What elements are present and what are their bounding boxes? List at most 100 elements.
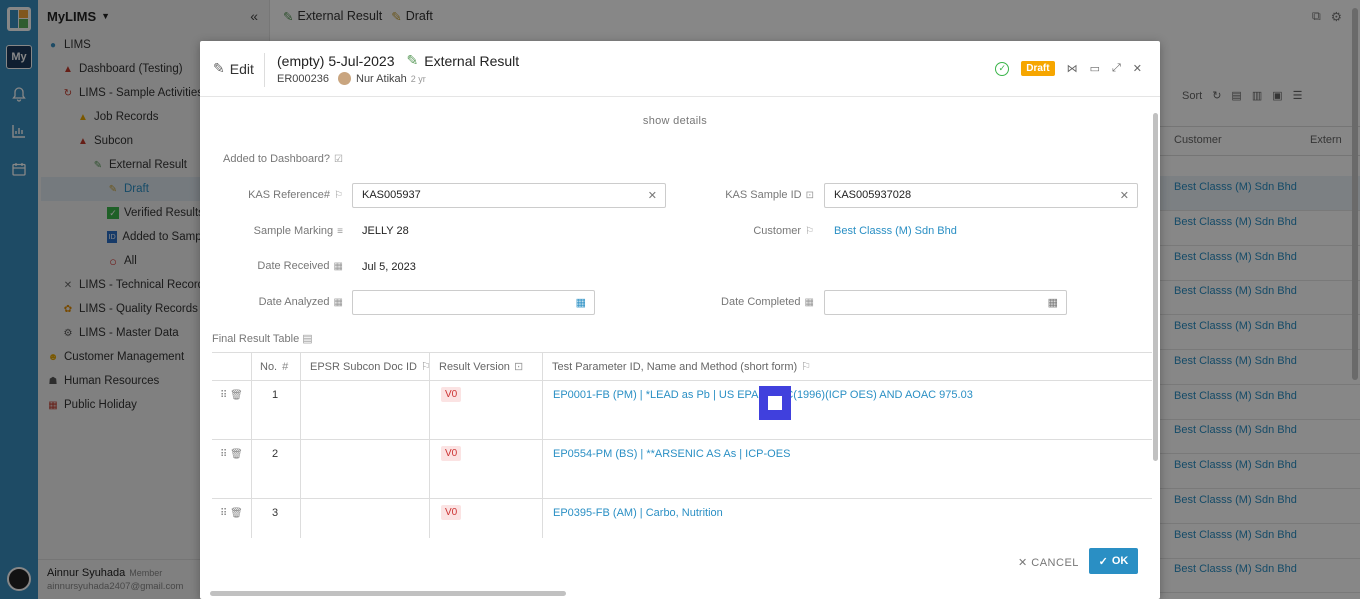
author-avatar <box>338 72 351 85</box>
calendar-icon: ▦ <box>804 296 814 308</box>
button-label: OK <box>1111 555 1129 567</box>
date-analyzed-label: Date Analyzed ▦ <box>200 296 343 308</box>
date-received-label: Date Received ▦ <box>200 260 343 272</box>
kas-reference-input[interactable]: KAS005937 ✕ <box>352 183 666 208</box>
header-no[interactable]: No. # <box>260 353 288 380</box>
table-row[interactable]: ⠿ 🗑 3 V0 EP0395-FB (AM) | Carbo, Nutriti… <box>212 498 1152 538</box>
cancel-button[interactable]: ✕ CANCEL <box>1018 556 1079 569</box>
record-id: ER000236 <box>277 72 329 85</box>
field-label: Added to Dashboard? <box>223 153 331 165</box>
row-actions[interactable]: ⠿ 🗑 <box>220 449 243 460</box>
kas-sample-id-input[interactable]: KAS005937028 ✕ <box>824 183 1138 208</box>
parameter-link[interactable]: EP0554-PM (BS) | **ARSENIC AS As | ICP-O… <box>553 448 790 460</box>
header-label: Test Parameter ID, Name and Method (shor… <box>552 360 798 373</box>
calendar-icon[interactable]: ▦ <box>576 296 586 309</box>
puzzle-icon: ⚐ <box>334 189 343 201</box>
scroll-thumb[interactable] <box>1153 113 1158 461</box>
table-row[interactable]: ⠿ 🗑 2 V0 EP0554-PM (BS) | **ARSENIC AS A… <box>212 439 1152 498</box>
date-completed-input[interactable]: ▦ <box>824 290 1067 315</box>
drag-handle-icon[interactable]: ⠿ <box>220 508 227 519</box>
author-name: Nur Atikah <box>356 72 407 85</box>
trash-icon[interactable]: 🗑 <box>230 508 243 519</box>
sample-marking-value: JELLY 28 <box>362 225 409 237</box>
edit-icon: ✎ <box>213 60 225 76</box>
field-label: Date Analyzed <box>258 296 330 308</box>
ok-button[interactable]: ✓ OK <box>1089 548 1138 574</box>
calendar-icon: ▦ <box>333 260 343 272</box>
row-actions[interactable]: ⠿ 🗑 <box>220 508 243 519</box>
section-label: Final Result Table <box>212 333 300 345</box>
button-label: CANCEL <box>1031 557 1079 569</box>
clear-icon[interactable]: ✕ <box>648 189 657 202</box>
version-badge: V0 <box>441 387 462 402</box>
row-no: 1 <box>272 389 279 401</box>
header-label: Result Version <box>439 360 510 373</box>
field-label: Sample Marking <box>253 225 334 237</box>
customer-link[interactable]: Best Classs (M) Sdn Bhd <box>834 225 957 237</box>
puzzle-icon: ⚐ <box>805 225 814 237</box>
dialog-subtitle: ER000236 Nur Atikah 2 yr <box>277 72 426 85</box>
header-parameter[interactable]: Test Parameter ID, Name and Method (shor… <box>552 353 811 380</box>
input-value: KAS005937 <box>362 189 421 201</box>
drag-handle-icon[interactable]: ⠿ <box>220 390 227 401</box>
edit-dialog: ✎ Edit (empty) 5-Jul-2023 ✎ External Resu… <box>200 41 1160 599</box>
form-name: External Result <box>424 52 520 69</box>
status-check-icon[interactable]: ✓ <box>995 61 1010 76</box>
final-result-table-title: Final Result Table ▤ <box>212 332 313 345</box>
comment-icon[interactable]: ▭ <box>1090 62 1100 75</box>
pencil-icon: ✎ <box>406 52 419 68</box>
header-version[interactable]: Result Version ⊡ <box>439 353 523 380</box>
sample-marking-label: Sample Marking ≡ <box>200 225 343 237</box>
field-label: Date Received <box>257 260 330 272</box>
clear-icon[interactable]: ✕ <box>1120 189 1129 202</box>
kas-reference-label: KAS Reference# ⚐ <box>200 189 343 201</box>
kas-sample-id-label: KAS Sample ID ⊡ <box>680 189 814 201</box>
record-title: (empty) 5-Jul-2023 <box>277 52 395 69</box>
status-badge[interactable]: Draft <box>1021 61 1055 76</box>
puzzle-icon: ⚐ <box>801 361 812 373</box>
field-label: Date Completed <box>721 296 801 308</box>
cursor-marker <box>759 386 791 420</box>
final-result-table: No. # EPSR Subcon Doc ID ⚐ Result Version ⊡… <box>212 352 1152 538</box>
check-icon: ✓ <box>1098 555 1108 568</box>
dropdown-icon: ⊡ <box>805 189 814 201</box>
close-icon[interactable]: ✕ <box>1133 62 1142 75</box>
row-no: 2 <box>272 448 279 460</box>
mode-label: Edit <box>229 60 254 77</box>
expand-icon[interactable]: ⤢ <box>1112 62 1121 75</box>
table-icon: ▤ <box>302 333 313 345</box>
date-analyzed-input[interactable]: ▦ <box>352 290 595 315</box>
row-actions[interactable]: ⠿ 🗑 <box>220 390 243 401</box>
field-label: Customer <box>753 225 802 237</box>
header-label: EPSR Subcon Doc ID <box>310 360 417 373</box>
trash-icon[interactable]: 🗑 <box>230 390 243 401</box>
header-label: No. <box>260 360 278 373</box>
drag-handle-icon[interactable]: ⠿ <box>220 449 227 460</box>
share-icon[interactable]: ⋈ <box>1067 62 1078 75</box>
checkbox-icon[interactable]: ☑ <box>334 154 343 165</box>
date-received-value: Jul 5, 2023 <box>362 261 416 273</box>
header-epsr[interactable]: EPSR Subcon Doc ID ⚐ <box>310 353 431 380</box>
field-label: KAS Reference# <box>248 189 331 201</box>
edit-mode-label: ✎ Edit <box>213 60 254 77</box>
trash-icon[interactable]: 🗑 <box>230 449 243 460</box>
text-lines-icon: ≡ <box>337 225 343 237</box>
version-badge: V0 <box>441 446 462 461</box>
hash-icon: # <box>282 360 289 373</box>
dialog-body: show details Added to Dashboard? ☑ KAS Re… <box>200 98 1152 538</box>
added-to-dashboard-label: Added to Dashboard? ☑ <box>200 153 343 165</box>
dialog-title: (empty) 5-Jul-2023 ✎ External Result <box>277 52 519 69</box>
record-age: 2 yr <box>410 73 426 84</box>
version-badge: V0 <box>441 505 462 520</box>
date-completed-label: Date Completed ▦ <box>680 296 814 308</box>
table-row[interactable]: ⠿ 🗑 1 V0 EP0001-FB (PM) | *LEAD as Pb | … <box>212 380 1152 439</box>
puzzle-icon: ⚐ <box>421 361 431 373</box>
calendar-icon[interactable]: ▦ <box>1048 296 1058 309</box>
show-details-link[interactable]: show details <box>200 115 1150 127</box>
dialog-vertical-scrollbar[interactable] <box>1152 105 1160 585</box>
parameter-link[interactable]: EP0395-FB (AM) | Carbo, Nutrition <box>553 507 723 519</box>
row-no: 3 <box>272 507 279 519</box>
customer-label: Customer ⚐ <box>680 225 814 237</box>
calendar-icon: ▦ <box>333 296 343 308</box>
dialog-header: ✎ Edit (empty) 5-Jul-2023 ✎ External Resu… <box>200 41 1160 97</box>
